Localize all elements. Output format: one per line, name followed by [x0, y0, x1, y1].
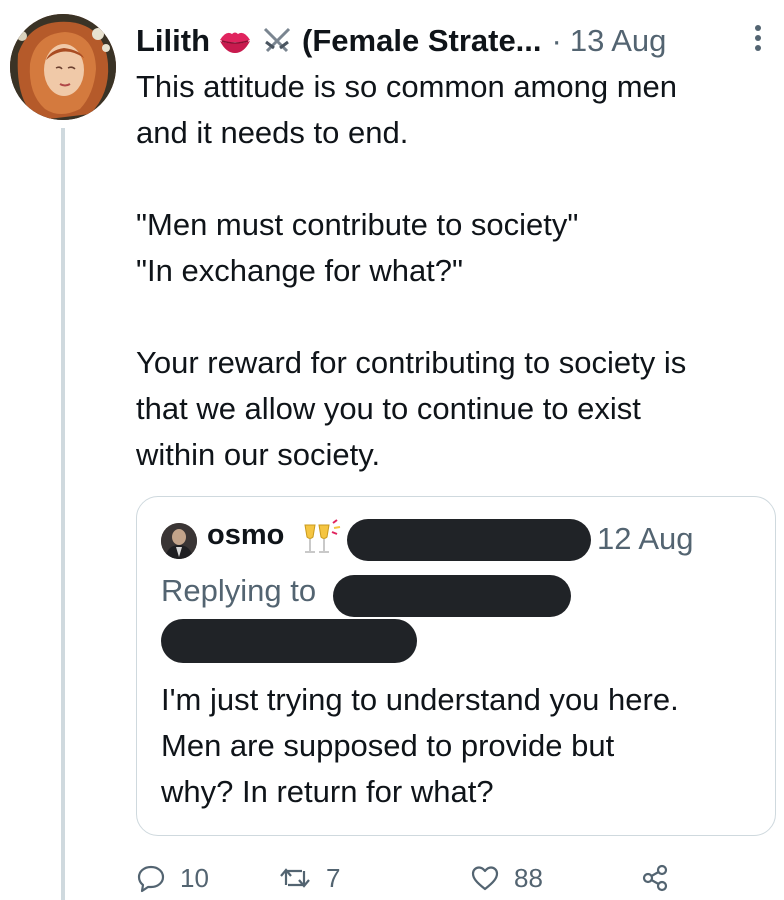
tweet-body-line: that we allow you to continue to exist	[136, 391, 641, 426]
author-name-extra[interactable]: (Female Strate...	[302, 23, 541, 59]
tweet-body-line: "Men must contribute to society"	[136, 207, 579, 242]
quoted-tweet[interactable]: osmo 12 Aug Replying to I'm just trying …	[136, 496, 776, 836]
thread-line	[61, 128, 65, 900]
tweet-body-line: Your reward for contributing to society …	[136, 345, 687, 380]
quoted-author-name[interactable]: osmo	[207, 519, 284, 552]
quoted-tweet-date[interactable]: 12 Aug	[597, 521, 694, 557]
reply-icon	[136, 863, 166, 893]
action-bar: 10 7 88	[136, 856, 776, 900]
quoted-body-line: why? In return for what?	[161, 774, 494, 809]
author-avatar[interactable]	[10, 14, 116, 120]
redacted-reply-handle	[333, 575, 571, 617]
like-count: 88	[514, 862, 543, 893]
quoted-tweet-body: I'm just trying to understand you here. …	[161, 677, 761, 815]
author-name[interactable]: Lilith	[136, 23, 210, 59]
tweet-body-line: "In exchange for what?"	[136, 253, 464, 288]
quoted-body-line: I'm just trying to understand you here.	[161, 682, 679, 717]
tweet-body-line: within our society.	[136, 437, 381, 472]
quoted-body-line: Men are supposed to provide but	[161, 728, 615, 763]
tweet-body: This attitude is so common among men and…	[136, 64, 776, 478]
retweet-button[interactable]: 7	[278, 856, 340, 900]
clinking-glasses-icon	[299, 519, 343, 555]
like-button[interactable]: 88	[470, 856, 543, 900]
crossed-swords-icon	[260, 26, 294, 56]
tweet-body-line: and it needs to end.	[136, 115, 409, 150]
tweet-body-line: This attitude is so common among men	[136, 69, 678, 104]
quoted-author-avatar[interactable]	[161, 523, 197, 559]
separator-dot: ·	[551, 23, 562, 58]
replying-to-label: Replying to	[161, 573, 317, 608]
tweet[interactable]: Lilith (Female Strate... · 13 Aug This a…	[0, 0, 784, 900]
retweet-icon	[278, 863, 312, 893]
share-button[interactable]	[640, 856, 670, 900]
lips-icon	[218, 26, 252, 56]
redacted-reply-handle	[161, 619, 417, 663]
heart-icon	[470, 863, 500, 893]
retweet-count: 7	[326, 862, 341, 893]
share-icon	[640, 863, 670, 893]
redacted-handle	[347, 519, 591, 561]
reply-button[interactable]: 10	[136, 856, 209, 900]
reply-count: 10	[180, 862, 209, 893]
tweet-header: Lilith (Female Strate... · 13 Aug	[136, 16, 776, 66]
tweet-date[interactable]: 13 Aug	[570, 23, 667, 59]
more-options-icon[interactable]	[754, 22, 762, 54]
